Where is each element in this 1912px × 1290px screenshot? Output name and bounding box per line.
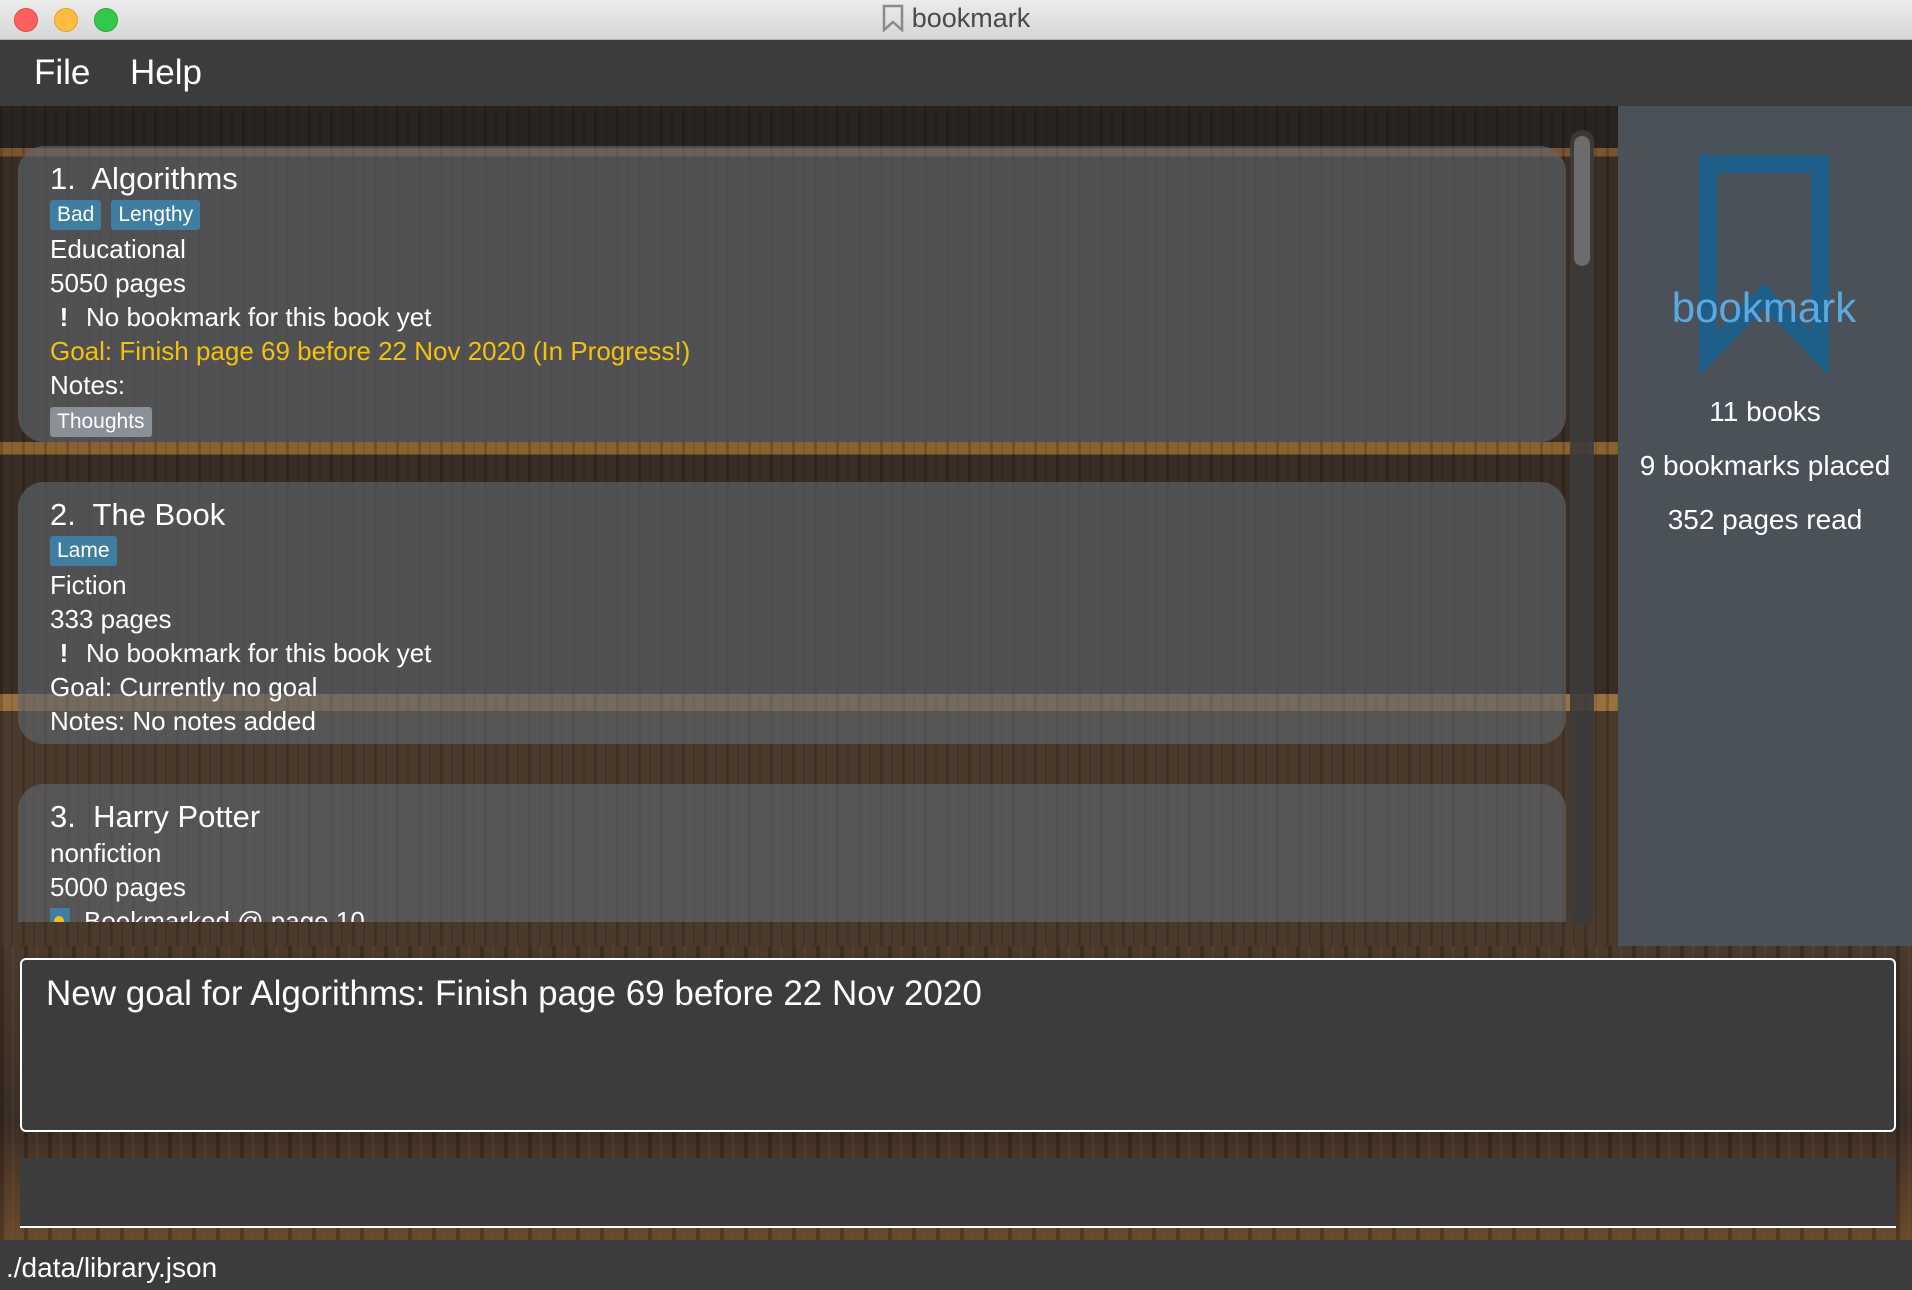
book-goal: Goal: Currently no goal [50,672,318,702]
book-notes-label: Notes: No notes added [50,706,316,736]
menu-bar: File Help [0,40,1912,106]
book-name: 2. The Book [50,496,1566,534]
stat-bookmarks: 9 bookmarks placed [1639,450,1891,481]
book-name: 1. Algorithms [50,160,1566,198]
book-card[interactable]: 1. Algorithms Bad Lengthy Educational 50… [18,146,1566,442]
stat-pages-read: 352 pages read [1667,504,1863,535]
result-display: New goal for Algorithms: Finish page 69 … [20,958,1896,1132]
menu-help[interactable]: Help [130,53,202,93]
book-genre: Fiction [50,570,127,600]
book-pages: 5050 pages [50,268,186,298]
menu-file[interactable]: File [34,53,90,93]
bookmark-logo-icon [1699,155,1829,377]
book-index: 1. [50,161,76,196]
save-location: ./data/library.json [6,1252,218,1283]
bookmark-icon [882,4,903,32]
book-list-scroll-thumb[interactable] [1574,136,1590,266]
status-bar: ./data/library.json [0,1240,1912,1290]
book-list[interactable]: 1. Algorithms Bad Lengthy Educational 50… [18,146,1566,922]
book-genre: nonfiction [50,838,162,868]
exclamation-icon: ! [59,638,69,668]
book-bookmark: Bookmarked @ page 10 [50,904,1566,922]
book-bookmark: ! No bookmark for this book yet [50,636,1566,670]
book-genre: Educational [50,234,186,264]
window-title: bookmark [0,3,1912,34]
book-title: The Book [92,497,226,532]
app-logo: bookmark [1664,154,1864,377]
book-index: 3. [50,799,76,834]
command-input[interactable] [20,1158,1896,1226]
exclamation-icon: ! [59,302,69,332]
book-bookmark: ! No bookmark for this book yet [50,300,1566,334]
bookmark-status: No bookmark for this book yet [86,638,432,668]
book-goal: Goal: Finish page 69 before 22 Nov 2020 … [50,336,691,366]
book-title: Harry Potter [93,799,261,834]
logo-text: bookmark [1671,284,1857,331]
window-title-text: bookmark [911,3,1031,33]
book-index: 2. [50,497,76,532]
book-card[interactable]: 2. The Book Lame Fiction 333 pages ! No b… [18,482,1566,744]
note-tag[interactable]: Thoughts [50,407,152,437]
tag: Bad [50,200,102,230]
book-pages: 333 pages [50,604,172,634]
bookmark-status: Bookmarked @ page 10 [84,906,365,922]
book-card[interactable]: 3. Harry Potter nonfiction 5000 pages Bo… [18,784,1566,922]
tag: Lengthy [111,200,201,230]
book-notes: Thoughts [50,402,1566,437]
book-tags: Bad Lengthy [50,198,1566,232]
command-box[interactable] [20,1158,1896,1228]
book-title: Algorithms [91,161,238,196]
title-bar: bookmark [0,0,1912,40]
book-pages: 5000 pages [50,872,186,902]
bookmark-placed-icon [50,908,70,922]
book-notes-label: Notes: [50,370,126,400]
stat-books: 11 books [1709,396,1821,427]
tag: Lame [50,536,117,566]
bookmark-status: No bookmark for this book yet [86,302,432,332]
book-tags: Lame [50,534,1566,568]
stats-panel: bookmark 11 books 9 bookmarks placed 352… [1618,106,1912,946]
book-name: 3. Harry Potter [50,798,1566,836]
